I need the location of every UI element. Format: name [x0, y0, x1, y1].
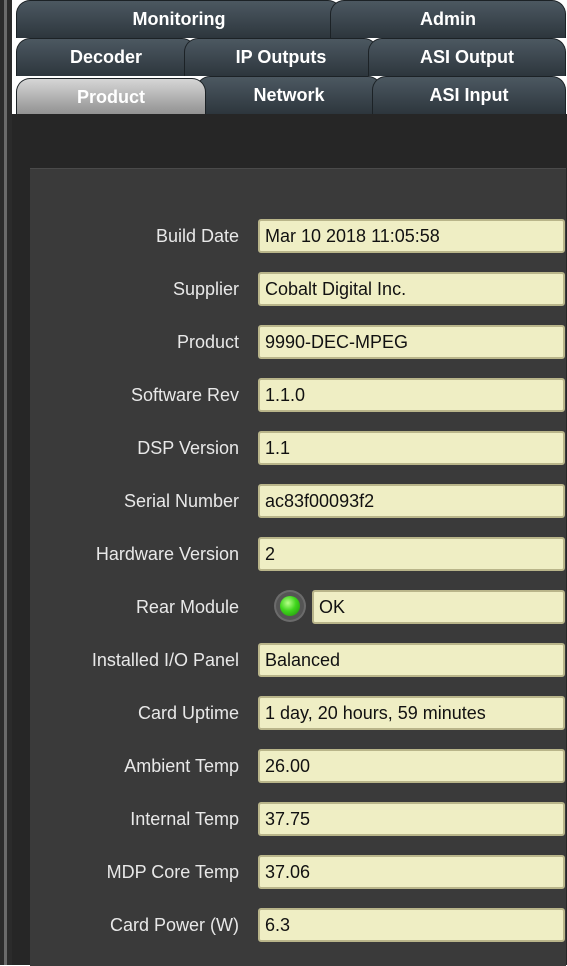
tab-product-label: Product [76, 87, 145, 107]
row-supplier: Supplier Cobalt Digital Inc. [30, 270, 566, 308]
tab-admin-label: Admin [420, 9, 476, 29]
mdp-core-temp-field[interactable]: 37.06 [258, 855, 565, 889]
tab-monitoring[interactable]: Monitoring [16, 0, 342, 38]
row-ambient-temp: Ambient Temp 26.00 [30, 747, 566, 785]
row-card-power: Card Power (W) 6.3 [30, 906, 566, 944]
row-internal-temp: Internal Temp 37.75 [30, 800, 566, 838]
supplier-label: Supplier [172, 279, 239, 299]
build-date-field[interactable]: Mar 10 2018 11:05:58 [258, 219, 565, 253]
tab-underbar [12, 114, 567, 154]
row-mdp-core-temp: MDP Core Temp 37.06 [30, 853, 566, 891]
tab-product[interactable]: Product [16, 78, 206, 116]
row-build-date: Build Date Mar 10 2018 11:05:58 [30, 217, 566, 255]
row-serial-number: Serial Number ac83f00093f2 [30, 482, 566, 520]
row-card-uptime: Card Uptime 1 day, 20 hours, 59 minutes [30, 694, 566, 732]
dsp-version-field[interactable]: 1.1 [258, 431, 565, 465]
mdp-core-temp-label: MDP Core Temp [106, 862, 239, 882]
row-installed-io-panel: Installed I/O Panel Balanced [30, 641, 566, 679]
hardware-version-field[interactable]: 2 [258, 537, 565, 571]
internal-temp-label: Internal Temp [130, 809, 239, 829]
card-power-field[interactable]: 6.3 [258, 908, 565, 942]
row-software-rev: Software Rev 1.1.0 [30, 376, 566, 414]
tab-network[interactable]: Network [196, 76, 382, 114]
supplier-field[interactable]: Cobalt Digital Inc. [258, 272, 565, 306]
ambient-temp-label: Ambient Temp [124, 756, 239, 776]
tab-asi-output[interactable]: ASI Output [368, 38, 566, 76]
rear-module-field[interactable]: OK [312, 590, 565, 624]
product-label: Product [176, 332, 239, 352]
hardware-version-label: Hardware Version [95, 544, 239, 564]
dsp-version-label: DSP Version [137, 438, 239, 458]
row-product: Product 9990-DEC-MPEG [30, 323, 566, 361]
tab-asi-input[interactable]: ASI Input [372, 76, 566, 114]
tab-row-top: Monitoring Admin [12, 0, 567, 38]
tab-row-bottom: Network ASI Input Product [12, 76, 567, 116]
tab-decoder-label: Decoder [69, 47, 143, 67]
serial-number-label: Serial Number [123, 491, 239, 511]
tab-asi-output-label: ASI Output [420, 47, 514, 67]
serial-number-field[interactable]: ac83f00093f2 [258, 484, 565, 518]
card-uptime-field[interactable]: 1 day, 20 hours, 59 minutes [258, 696, 565, 730]
window-left-edge [0, 0, 12, 965]
row-hardware-version: Hardware Version 2 [30, 535, 566, 573]
card-power-label: Card Power (W) [109, 915, 239, 935]
tab-network-label: Network [253, 85, 325, 105]
tab-asi-input-label: ASI Input [429, 85, 509, 105]
tab-monitoring-label: Monitoring [132, 9, 226, 29]
build-date-label: Build Date [155, 226, 239, 246]
tab-decoder[interactable]: Decoder [16, 38, 196, 76]
product-fields-area: Build Date Mar 10 2018 11:05:58 Supplier… [30, 168, 566, 966]
product-field[interactable]: 9990-DEC-MPEG [258, 325, 565, 359]
installed-io-panel-label: Installed I/O Panel [91, 650, 239, 670]
software-rev-label: Software Rev [130, 385, 239, 405]
row-rear-module: Rear Module OK [30, 588, 566, 626]
internal-temp-field[interactable]: 37.75 [258, 802, 565, 836]
product-info-window: Monitoring Admin Decoder IP Outputs ASI … [0, 0, 567, 966]
rear-module-label: Rear Module [135, 597, 239, 617]
status-led-green [280, 596, 300, 616]
software-rev-field[interactable]: 1.1.0 [258, 378, 565, 412]
row-dsp-version: DSP Version 1.1 [30, 429, 566, 467]
installed-io-panel-field[interactable]: Balanced [258, 643, 565, 677]
card-uptime-label: Card Uptime [137, 703, 239, 723]
status-led-icon [276, 592, 304, 620]
tab-ip-outputs-label: IP Outputs [235, 47, 327, 67]
tab-ip-outputs[interactable]: IP Outputs [184, 38, 378, 76]
tab-row-middle: Decoder IP Outputs ASI Output [12, 38, 567, 76]
ambient-temp-field[interactable]: 26.00 [258, 749, 565, 783]
tab-admin[interactable]: Admin [330, 0, 566, 38]
product-panel: Build Date Mar 10 2018 11:05:58 Supplier… [12, 154, 567, 966]
